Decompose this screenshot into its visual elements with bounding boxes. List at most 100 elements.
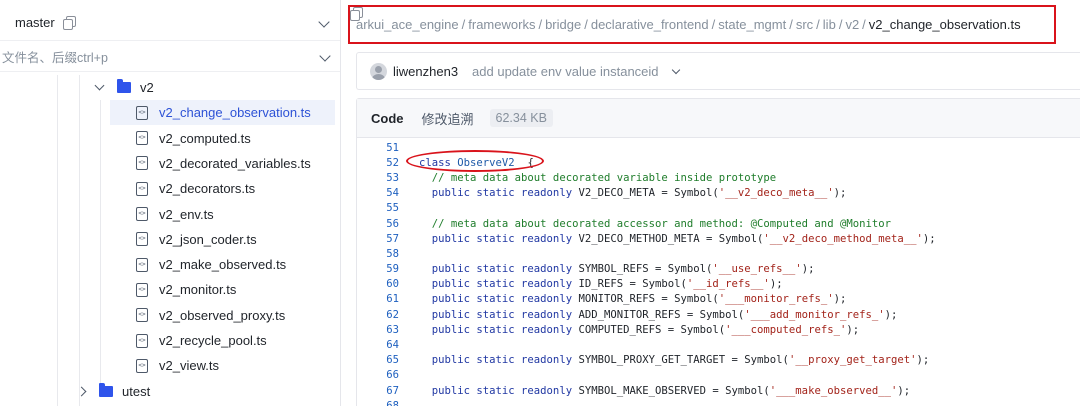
line-number[interactable]: 52 bbox=[357, 157, 399, 169]
breadcrumb-separator: / bbox=[838, 17, 843, 32]
breadcrumb-separator: / bbox=[584, 17, 588, 32]
line-number[interactable]: 60 bbox=[357, 278, 399, 290]
code-file-icon bbox=[136, 333, 148, 348]
tree-item-v2[interactable]: v2 bbox=[94, 75, 154, 100]
tree-item-label: v2_make_observed.ts bbox=[159, 257, 287, 273]
breadcrumb-separator: / bbox=[711, 17, 716, 32]
code-token: ); bbox=[833, 293, 847, 306]
branch-selector[interactable]: master bbox=[0, 6, 340, 38]
tree-guide-line bbox=[79, 75, 80, 406]
commit-message[interactable]: add update env value instanceid bbox=[472, 64, 658, 79]
tree-item-v2-observed-proxy-ts[interactable]: v2_observed_proxy.ts bbox=[110, 303, 335, 328]
line-number[interactable]: 65 bbox=[357, 354, 399, 366]
code-token: ); bbox=[922, 232, 936, 245]
code-line: 67 public static readonly SYMBOL_MAKE_OB… bbox=[357, 383, 1080, 398]
code-line: 61 public static readonly MONITOR_REFS =… bbox=[357, 292, 1080, 307]
line-number[interactable]: 56 bbox=[357, 218, 399, 230]
tree-item-v2-monitor-ts[interactable]: v2_monitor.ts bbox=[110, 277, 335, 302]
code-token: MONITOR_REFS = Symbol( bbox=[578, 293, 719, 306]
code-token: ); bbox=[769, 278, 783, 291]
code-token: COMPUTED_REFS = Symbol( bbox=[578, 323, 726, 336]
line-number[interactable]: 51 bbox=[357, 142, 399, 154]
line-number[interactable]: 66 bbox=[357, 369, 399, 381]
code-line: 62 public static readonly ADD_MONITOR_RE… bbox=[357, 307, 1080, 322]
tree-item-v2-make-observed-ts[interactable]: v2_make_observed.ts bbox=[110, 252, 335, 277]
code-file-icon bbox=[136, 308, 148, 323]
code-token: public static readonly bbox=[419, 293, 579, 306]
breadcrumb-segment[interactable]: bridge bbox=[545, 17, 581, 32]
chevron-down-icon[interactable] bbox=[319, 50, 331, 62]
line-number[interactable]: 59 bbox=[357, 263, 399, 275]
line-number[interactable]: 54 bbox=[357, 187, 399, 199]
breadcrumb-segment[interactable]: frameworks bbox=[468, 17, 535, 32]
breadcrumb-segment[interactable]: v2 bbox=[845, 17, 859, 32]
tree-item-v2-change-observation-ts[interactable]: v2_change_observation.ts bbox=[110, 100, 335, 126]
line-number[interactable]: 68 bbox=[357, 400, 399, 406]
tree-item-label: utest bbox=[122, 383, 151, 399]
tree-item-v2-decorated-variables-ts[interactable]: v2_decorated_variables.ts bbox=[110, 151, 335, 176]
last-commit-bar[interactable]: liwenzhen3 add update env value instance… bbox=[356, 52, 1080, 90]
tree-item-v2-computed-ts[interactable]: v2_computed.ts bbox=[110, 126, 335, 151]
tree-guide-line bbox=[100, 100, 101, 392]
file-size-badge: 62.34 KB bbox=[489, 109, 553, 127]
code-file-icon bbox=[136, 131, 148, 146]
breadcrumb-separator: / bbox=[816, 17, 820, 32]
line-number[interactable]: 61 bbox=[357, 293, 399, 305]
tree-item-v2-recycle-pool-ts[interactable]: v2_recycle_pool.ts bbox=[110, 328, 335, 353]
line-number[interactable]: 63 bbox=[357, 324, 399, 336]
code-line: 58 bbox=[357, 246, 1080, 261]
copy-icon[interactable] bbox=[62, 16, 76, 30]
code-line: 59 public static readonly SYMBOL_REFS = … bbox=[357, 262, 1080, 277]
code-line: 64 bbox=[357, 337, 1080, 352]
line-number[interactable]: 58 bbox=[357, 248, 399, 260]
code-line: 57 public static readonly V2_DECO_METHOD… bbox=[357, 231, 1080, 246]
tree-item-utest[interactable]: utest bbox=[76, 379, 151, 404]
chevron-down-icon[interactable] bbox=[671, 65, 680, 74]
chevron-down-icon[interactable] bbox=[318, 16, 330, 28]
code-token: // meta data about decorated accessor an… bbox=[419, 217, 891, 230]
tree-item-v2-env-ts[interactable]: v2_env.ts bbox=[110, 202, 335, 227]
code-token: '___make_observed__' bbox=[769, 384, 898, 397]
breadcrumb-segment[interactable]: lib bbox=[823, 17, 836, 32]
code-line: 53 // meta data about decorated variable… bbox=[357, 170, 1080, 185]
code-file-icon bbox=[136, 181, 148, 196]
line-number[interactable]: 67 bbox=[357, 385, 399, 397]
tree-item-label: v2_observed_proxy.ts bbox=[159, 307, 286, 323]
code-token: '__v2_deco_method_meta__' bbox=[763, 232, 923, 245]
breadcrumb-segment[interactable]: src bbox=[796, 17, 813, 32]
tree-item-label: v2_decorators.ts bbox=[159, 181, 256, 197]
breadcrumb-segment[interactable]: state_mgmt bbox=[718, 17, 786, 32]
file-search-placeholder: 文件名、后缀ctrl+p bbox=[2, 50, 108, 65]
avatar[interactable] bbox=[370, 62, 387, 80]
breadcrumb-separator: / bbox=[461, 17, 466, 32]
chevron-down-icon[interactable] bbox=[94, 80, 105, 91]
line-source: public static readonly SYMBOL_MAKE_OBSER… bbox=[399, 385, 910, 397]
file-search-input[interactable]: 文件名、后缀ctrl+p bbox=[0, 40, 340, 72]
file-sidebar: master 文件名、后缀ctrl+p v2 v2_change_observat… bbox=[0, 0, 341, 406]
code-file-icon bbox=[136, 207, 148, 221]
code-token: ); bbox=[916, 354, 930, 367]
line-number[interactable]: 53 bbox=[357, 172, 399, 184]
line-number[interactable]: 55 bbox=[357, 202, 399, 214]
tree-item-v2-json-coder-ts[interactable]: v2_json_coder.ts bbox=[110, 227, 335, 252]
code-token: public static readonly bbox=[419, 354, 579, 367]
tree-item-v2-view-ts[interactable]: v2_view.ts bbox=[110, 353, 335, 378]
tree-item-label: v2 bbox=[140, 80, 154, 95]
tree-item-label: v2_change_observation.ts bbox=[159, 105, 311, 121]
commit-author[interactable]: liwenzhen3 bbox=[393, 64, 458, 79]
tab-blame[interactable]: 修改追溯 bbox=[422, 109, 474, 128]
breadcrumb-segment[interactable]: declarative_frontend bbox=[591, 17, 709, 32]
breadcrumb-segment[interactable]: arkui_ace_engine bbox=[356, 17, 459, 32]
line-number[interactable]: 64 bbox=[357, 339, 399, 351]
code-token: SYMBOL_PROXY_GET_TARGET = Symbol( bbox=[578, 354, 789, 367]
code-token: // meta data about decorated variable in… bbox=[419, 171, 777, 184]
line-number[interactable]: 62 bbox=[357, 309, 399, 321]
code-line: 68 bbox=[357, 398, 1080, 406]
tab-code[interactable]: Code bbox=[371, 111, 404, 126]
chevron-right-icon[interactable] bbox=[76, 386, 87, 397]
line-source: public static readonly V2_DECO_METHOD_ME… bbox=[399, 233, 936, 245]
line-number[interactable]: 57 bbox=[357, 233, 399, 245]
line-source: public static readonly SYMBOL_REFS = Sym… bbox=[399, 263, 815, 275]
tree-item-v2-decorators-ts[interactable]: v2_decorators.ts bbox=[110, 176, 335, 201]
code-token: '___computed_refs_' bbox=[725, 323, 847, 336]
